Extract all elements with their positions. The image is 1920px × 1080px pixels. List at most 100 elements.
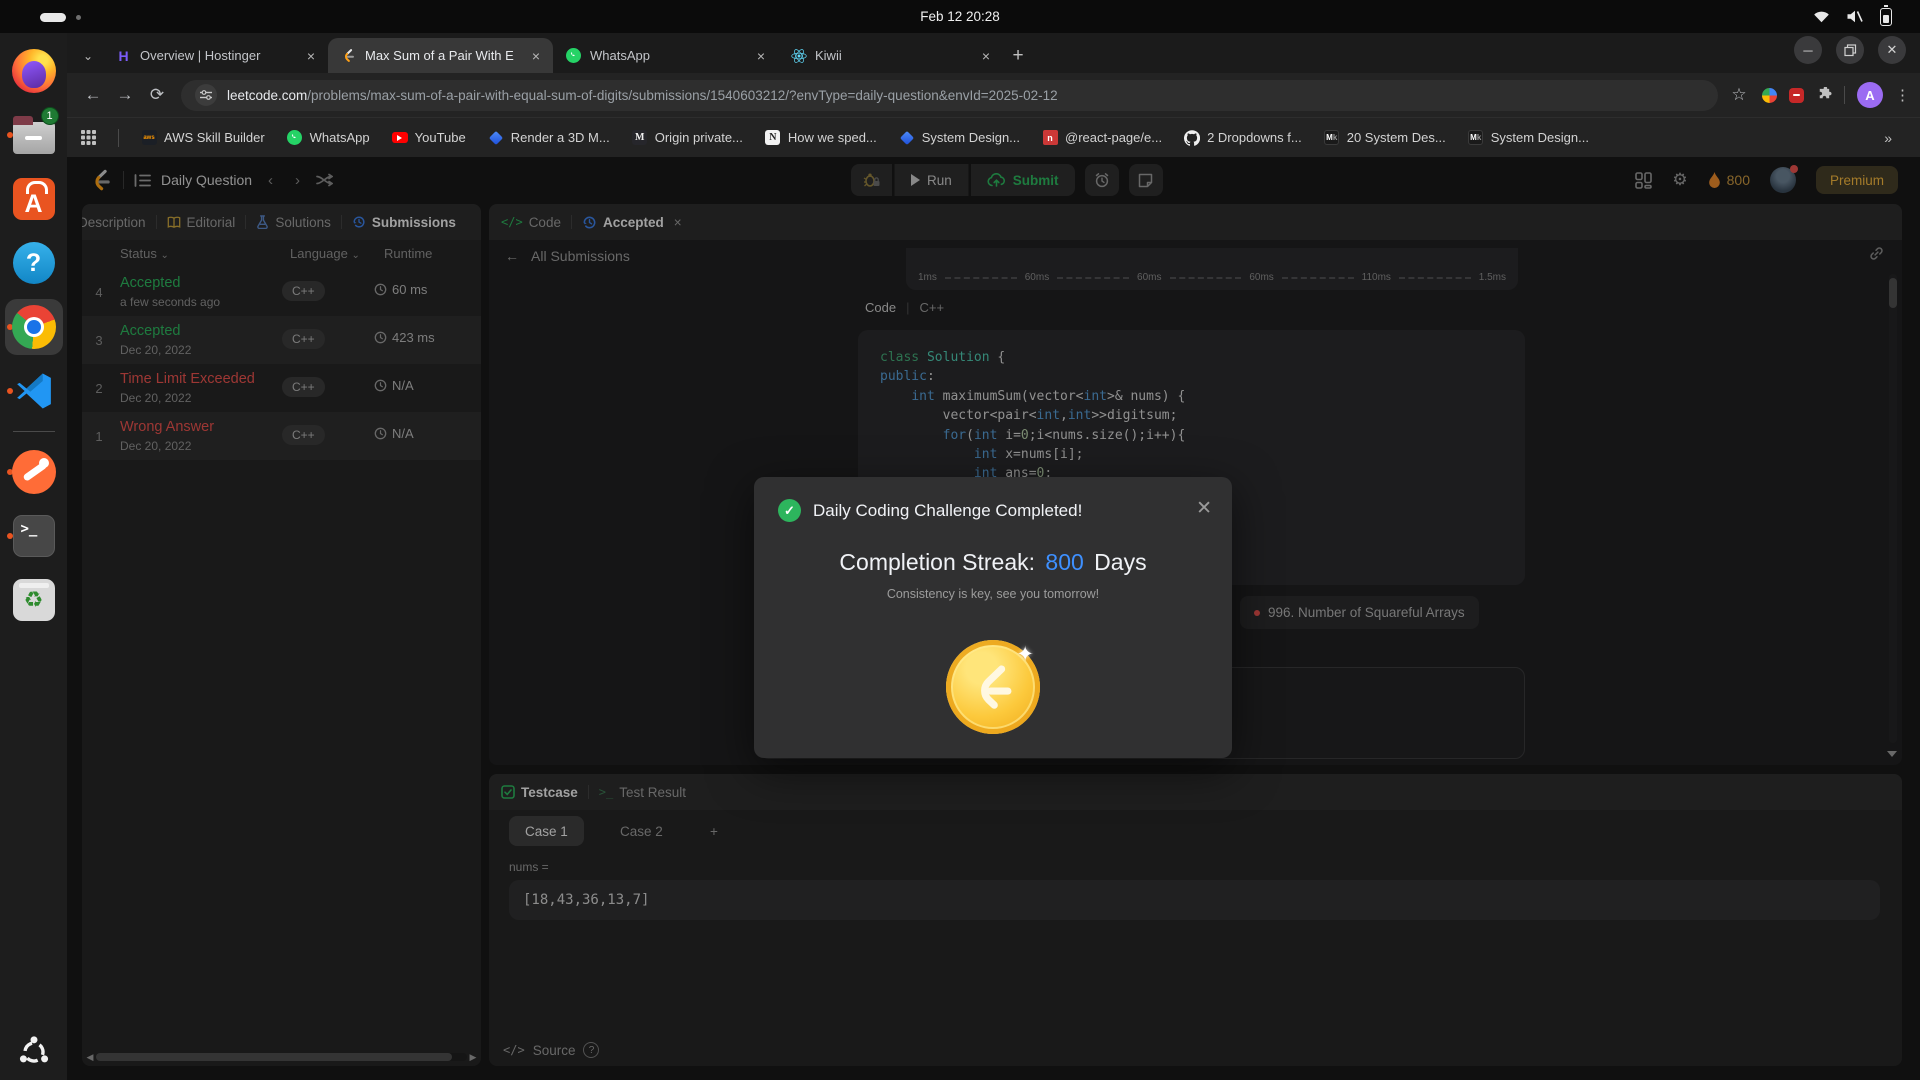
window-controls: ─ ✕: [1794, 36, 1906, 64]
bookmark-item-9[interactable]: 2 Dropdowns f...: [1184, 130, 1302, 146]
terminal-icon: >_: [13, 515, 55, 557]
tab-title: WhatsApp: [590, 48, 744, 63]
ubuntu-software-icon: A: [13, 178, 55, 220]
bookmark-label: How we sped...: [788, 130, 877, 145]
bookmarks-separator: [118, 129, 119, 147]
chrome-icon: [12, 305, 56, 349]
show-applications-button[interactable]: [0, 1034, 67, 1070]
tab-close-icon[interactable]: ×: [527, 47, 545, 65]
system-clock[interactable]: Feb 12 20:28: [0, 0, 1920, 33]
bookmark-item-4[interactable]: Render a 3D M...: [488, 130, 610, 146]
ubuntu-logo-icon: [16, 1034, 52, 1070]
dock-item-firefox[interactable]: [5, 43, 63, 99]
dock: 1 A? >_ ♻: [0, 33, 67, 1080]
bookmark-label: AWS Skill Builder: [164, 130, 265, 145]
dock-item-files[interactable]: 1: [5, 107, 63, 163]
toolbar-right: ☆ A ⋮: [1728, 79, 1910, 111]
menu-kebab-icon[interactable]: ⋮: [1895, 86, 1910, 104]
dock-item-ubuntu-software[interactable]: A: [5, 171, 63, 227]
url-host: leetcode.com: [227, 88, 307, 103]
apps-grid-icon[interactable]: [81, 130, 96, 145]
battery-icon: [1880, 8, 1892, 26]
whatsapp-favicon: [566, 48, 581, 63]
forward-button[interactable]: →: [109, 79, 141, 111]
help-icon: ?: [13, 242, 55, 284]
youtube-favicon: [392, 132, 408, 143]
restore-button[interactable]: [1836, 36, 1864, 64]
firefox-icon: [12, 49, 56, 93]
extension-red-icon[interactable]: [1789, 88, 1804, 103]
tab-title: Max Sum of a Pair With E: [365, 48, 519, 63]
dock-item-terminal[interactable]: >_: [5, 508, 63, 564]
medium-favicon: Mk: [1324, 130, 1339, 145]
profile-avatar[interactable]: A: [1857, 82, 1883, 108]
tab-close-icon[interactable]: ×: [302, 47, 320, 65]
bookmark-item-1[interactable]: aws AWS Skill Builder: [141, 130, 265, 146]
streak-modal: ✓ Daily Coding Challenge Completed! ✕ Co…: [754, 477, 1232, 758]
new-tab-button[interactable]: +: [1003, 39, 1033, 73]
tabs-row: H Overview | Hostinger × Max Sum of a Pa…: [103, 38, 1003, 73]
browser-toolbar: ← → ⟳ leetcode.com/problems/max-sum-of-a…: [67, 73, 1920, 117]
wifi-icon: [1813, 10, 1830, 23]
url-path: /problems/max-sum-of-a-pair-with-equal-s…: [307, 88, 1057, 103]
modal-title: Daily Coding Challenge Completed!: [813, 501, 1082, 521]
dock-item-trash[interactable]: ♻: [5, 572, 63, 628]
leetcode-favicon: [341, 48, 356, 63]
browser-tab-2[interactable]: Max Sum of a Pair With E ×: [328, 38, 553, 73]
bookmark-item-11[interactable]: MkSystem Design...: [1468, 130, 1589, 146]
browser-window: ⌄ H Overview | Hostinger × Max Sum of a …: [67, 33, 1920, 1080]
dock-item-postman[interactable]: [5, 444, 63, 500]
back-button[interactable]: ←: [77, 79, 109, 111]
postman-icon: [12, 450, 56, 494]
bookmark-label: Origin private...: [655, 130, 743, 145]
modal-subtitle: Consistency is key, see you tomorrow!: [754, 587, 1232, 601]
tab-close-icon[interactable]: ×: [977, 47, 995, 65]
system-tray[interactable]: [1813, 0, 1892, 33]
bookmark-label: @react-page/e...: [1065, 130, 1162, 145]
bookmark-item-2[interactable]: WhatsApp: [287, 130, 370, 146]
streak-line: Completion Streak: 800 Days: [754, 549, 1232, 576]
bookmark-item-3[interactable]: YouTube: [392, 130, 466, 146]
bookmark-label: System Design...: [1491, 130, 1589, 145]
bookmark-label: YouTube: [415, 130, 466, 145]
m-favicon: M: [632, 130, 647, 145]
bookmarks-bar: aws AWS Skill Builder WhatsApp YouTube Rende…: [67, 117, 1920, 157]
diamond-favicon: [900, 130, 914, 144]
dock-item-vscode[interactable]: [5, 363, 63, 419]
tab-search-button[interactable]: ⌄: [73, 39, 103, 73]
npm-favicon: n: [1043, 130, 1058, 145]
toolbar-separator: [1844, 86, 1845, 104]
bookmark-label: 2 Dropdowns f...: [1207, 130, 1302, 145]
extensions-puzzle-icon[interactable]: [1816, 87, 1832, 103]
bookmark-item-7[interactable]: System Design...: [899, 130, 1020, 146]
tab-close-icon[interactable]: ×: [752, 47, 770, 65]
site-settings-icon[interactable]: [195, 84, 217, 106]
extension-colorful-icon[interactable]: [1762, 88, 1777, 103]
running-indicator: [7, 388, 13, 394]
github-favicon: [1184, 130, 1200, 146]
tab-strip: ⌄ H Overview | Hostinger × Max Sum of a …: [67, 33, 1920, 73]
bookmark-item-5[interactable]: M Origin private...: [632, 130, 743, 146]
dock-item-help[interactable]: ?: [5, 235, 63, 291]
address-bar[interactable]: leetcode.com/problems/max-sum-of-a-pair-…: [181, 80, 1718, 111]
success-check-icon: ✓: [778, 499, 801, 522]
hostinger-favicon: H: [118, 48, 128, 64]
minimize-button[interactable]: ─: [1794, 36, 1822, 64]
reload-button[interactable]: ⟳: [141, 79, 173, 111]
close-window-button[interactable]: ✕: [1878, 36, 1906, 64]
leetcode-coin-logo: [968, 662, 1018, 712]
dock-item-chrome[interactable]: [5, 299, 63, 355]
aws-favicon: aws: [142, 130, 157, 145]
bookmark-item-10[interactable]: Mk20 System Des...: [1324, 130, 1446, 146]
bookmark-label: System Design...: [922, 130, 1020, 145]
bookmark-item-6[interactable]: NHow we sped...: [765, 130, 877, 146]
bookmark-star-icon[interactable]: ☆: [1728, 79, 1750, 111]
sparkle-icon: ✦: [1016, 642, 1034, 667]
browser-tab-3[interactable]: WhatsApp ×: [553, 38, 778, 73]
modal-close-icon[interactable]: ✕: [1196, 497, 1212, 520]
browser-tab-4[interactable]: Kiwii ×: [778, 38, 1003, 73]
browser-tab-1[interactable]: H Overview | Hostinger ×: [103, 38, 328, 73]
bookmark-item-8[interactable]: n @react-page/e...: [1042, 130, 1162, 146]
bookmark-label: WhatsApp: [310, 130, 370, 145]
bookmarks-overflow-button[interactable]: »: [1884, 130, 1906, 146]
